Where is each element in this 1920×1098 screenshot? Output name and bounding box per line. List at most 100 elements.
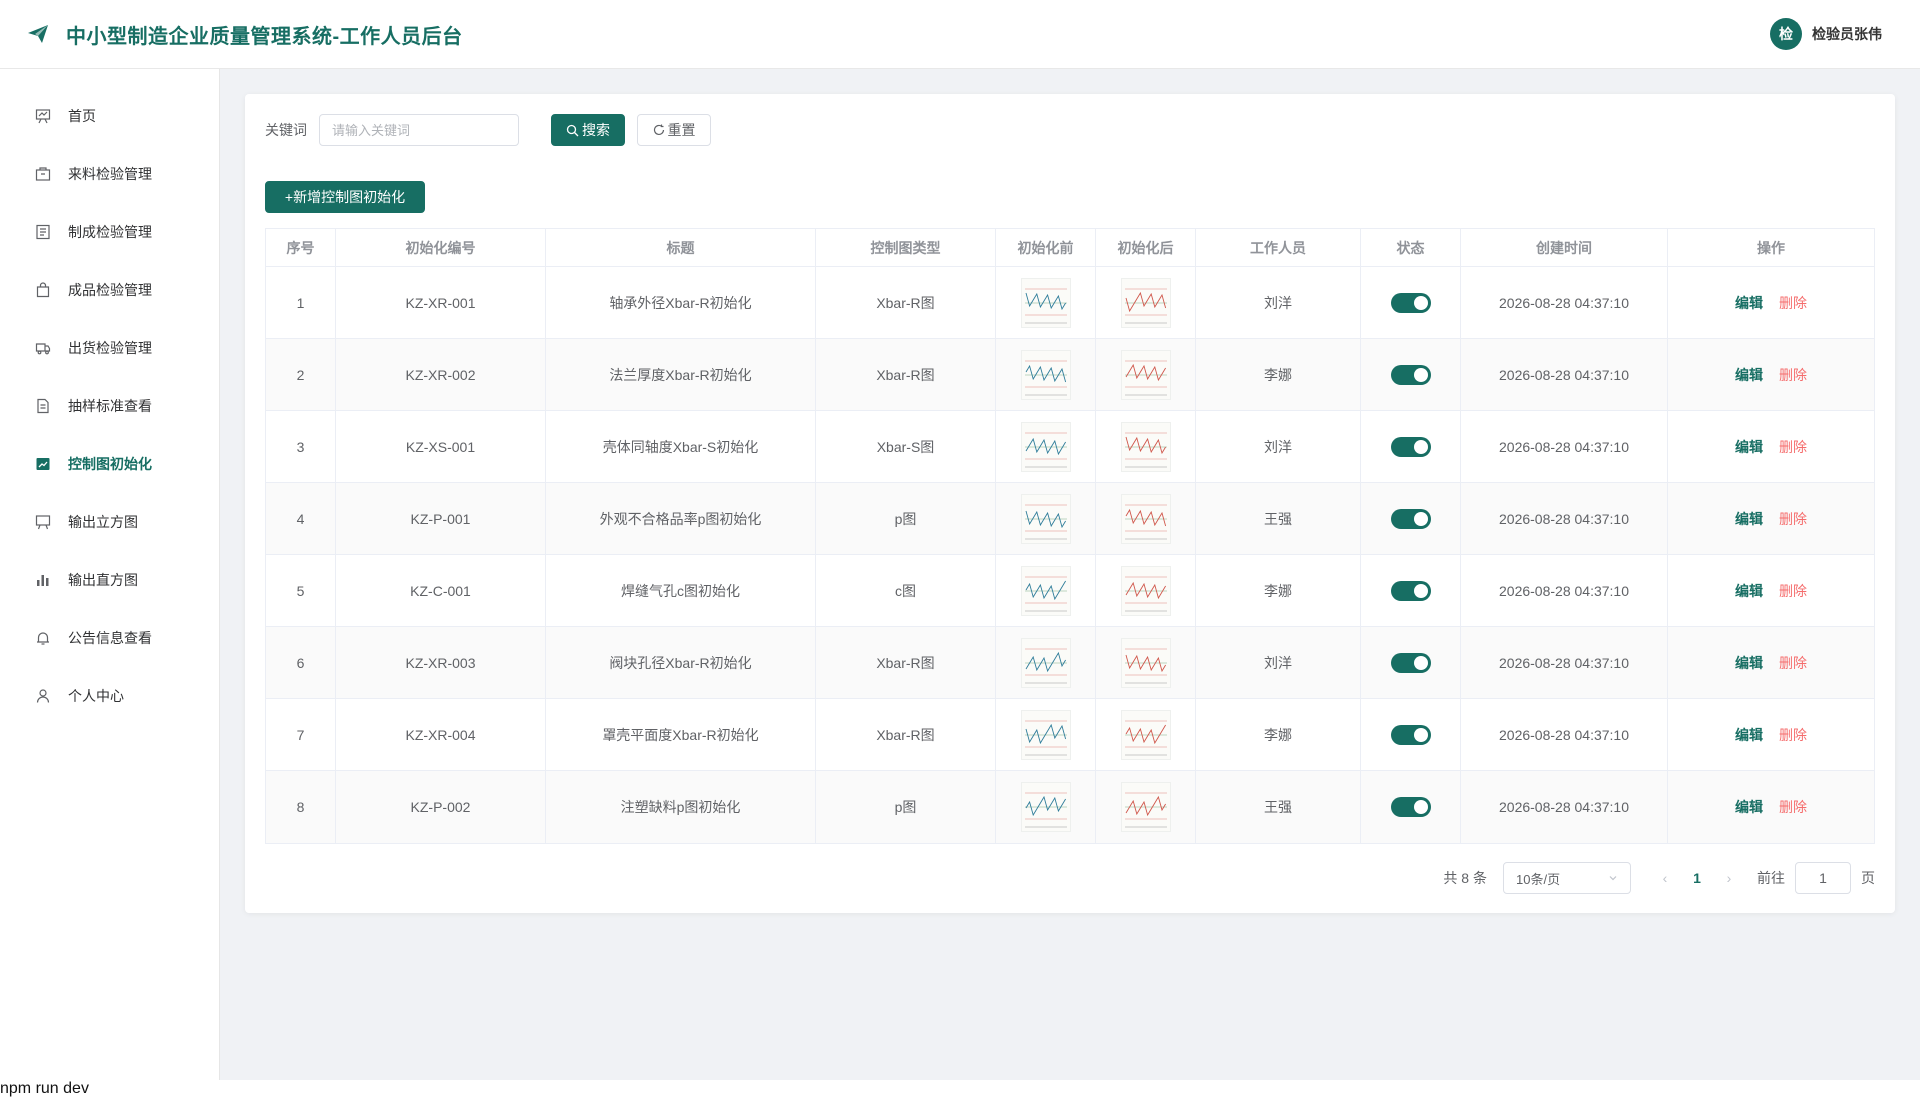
status-toggle[interactable] <box>1390 509 1431 529</box>
sidebar-item-sampling-standard[interactable]: 抽样标准查看 <box>0 386 220 426</box>
control-chart-thumbnail[interactable] <box>1120 494 1171 544</box>
cell-actions: 编辑 删除 <box>1668 555 1874 627</box>
control-chart-thumbnail[interactable] <box>1020 638 1071 688</box>
cell-chart-type: c图 <box>816 555 996 627</box>
pagination: 共 8 条 10条/页 ‹ 1 › 前往 页 <box>1443 862 1875 894</box>
control-chart-thumbnail[interactable] <box>1120 782 1171 832</box>
keyword-input[interactable] <box>319 114 519 146</box>
control-chart-thumbnail[interactable] <box>1020 422 1071 472</box>
cell-after-init <box>1096 699 1196 771</box>
control-chart-thumbnail[interactable] <box>1020 782 1071 832</box>
delete-button[interactable]: 删除 <box>1779 581 1807 601</box>
sidebar-item-shipment-inspection[interactable]: 出货检验管理 <box>0 328 220 368</box>
status-toggle[interactable] <box>1390 725 1431 745</box>
control-chart-thumbnail[interactable] <box>1120 566 1171 616</box>
edit-button[interactable]: 编辑 <box>1735 797 1763 817</box>
delete-button[interactable]: 删除 <box>1779 509 1807 529</box>
sidebar-item-profile[interactable]: 个人中心 <box>0 676 220 716</box>
delete-button[interactable]: 删除 <box>1779 653 1807 673</box>
page-number-current[interactable]: 1 <box>1677 870 1717 886</box>
cell-created-time: 2026-08-28 04:37:10 <box>1461 555 1668 627</box>
status-toggle[interactable] <box>1390 797 1431 817</box>
control-chart-thumbnail[interactable] <box>1120 638 1171 688</box>
goto-page-input[interactable] <box>1795 862 1851 894</box>
search-button[interactable]: 搜索 <box>551 114 625 146</box>
status-toggle[interactable] <box>1390 293 1431 313</box>
edit-button[interactable]: 编辑 <box>1735 725 1763 745</box>
sidebar-item-process-inspection[interactable]: 制成检验管理 <box>0 212 220 252</box>
sidebar-item-label: 抽样标准查看 <box>68 398 152 414</box>
sidebar-item-product-inspection[interactable]: 成品检验管理 <box>0 270 220 310</box>
cell-title: 罩壳平面度Xbar-R初始化 <box>546 699 816 771</box>
sidebar-item-home[interactable]: 首页 <box>0 96 220 136</box>
page-size-select[interactable]: 10条/页 <box>1503 862 1631 894</box>
table-row: 6 KZ-XR-003 阀块孔径Xbar-R初始化 Xbar-R图 刘洋 2026-08-… <box>266 627 1874 699</box>
status-toggle[interactable] <box>1390 365 1431 385</box>
add-control-chart-init-button[interactable]: +新增控制图初始化 <box>265 181 425 213</box>
cell-worker: 刘洋 <box>1196 267 1361 339</box>
sidebar: 首页 来料检验管理 制成检验管理 成品检验管理 出货检验管理 抽样标准查看 控制… <box>0 69 220 1080</box>
cell-after-init <box>1096 339 1196 411</box>
control-chart-thumbnail[interactable] <box>1020 566 1071 616</box>
status-toggle[interactable] <box>1390 581 1431 601</box>
sidebar-item-cube-chart[interactable]: 输出立方图 <box>0 502 220 542</box>
control-chart-thumbnail[interactable] <box>1120 350 1171 400</box>
reset-button[interactable]: 重置 <box>637 114 711 146</box>
table-row: 8 KZ-P-002 注塑缺料p图初始化 p图 王强 2026-08-28 04:37:1… <box>266 771 1874 843</box>
edit-button[interactable]: 编辑 <box>1735 653 1763 673</box>
cell-actions: 编辑 删除 <box>1668 483 1874 555</box>
edit-button[interactable]: 编辑 <box>1735 293 1763 313</box>
edit-button[interactable]: 编辑 <box>1735 509 1763 529</box>
sidebar-item-announcements[interactable]: 公告信息查看 <box>0 618 220 658</box>
next-page-button[interactable]: › <box>1717 870 1741 886</box>
sidebar-item-control-chart-init[interactable]: 控制图初始化 <box>0 444 220 484</box>
status-toggle[interactable] <box>1390 437 1431 457</box>
delete-button[interactable]: 删除 <box>1779 437 1807 457</box>
delete-button[interactable]: 删除 <box>1779 365 1807 385</box>
cell-before-init <box>996 771 1096 843</box>
edit-button[interactable]: 编辑 <box>1735 581 1763 601</box>
avatar[interactable]: 检 <box>1770 18 1802 50</box>
delete-button[interactable]: 删除 <box>1779 293 1807 313</box>
pagination-total: 共 8 条 <box>1443 870 1487 886</box>
delete-button[interactable]: 删除 <box>1779 797 1807 817</box>
control-chart-thumbnail[interactable] <box>1020 710 1071 760</box>
delete-button[interactable]: 删除 <box>1779 725 1807 745</box>
cell-created-time: 2026-08-28 04:37:10 <box>1461 699 1668 771</box>
cell-before-init <box>996 483 1096 555</box>
edit-button[interactable]: 编辑 <box>1735 437 1763 457</box>
cell-status <box>1361 483 1461 555</box>
table-row: 1 KZ-XR-001 轴承外径Xbar-R初始化 Xbar-R图 刘洋 2026-08-… <box>266 267 1874 339</box>
cell-after-init <box>1096 267 1196 339</box>
cell-status <box>1361 555 1461 627</box>
cell-before-init <box>996 411 1096 483</box>
cell-actions: 编辑 删除 <box>1668 339 1874 411</box>
cell-created-time: 2026-08-28 04:37:10 <box>1461 771 1668 843</box>
prev-page-button[interactable]: ‹ <box>1653 870 1677 886</box>
cell-title: 法兰厚度Xbar-R初始化 <box>546 339 816 411</box>
control-chart-thumbnail[interactable] <box>1120 710 1171 760</box>
table-row: 2 KZ-XR-002 法兰厚度Xbar-R初始化 Xbar-R图 李娜 2026-08-… <box>266 339 1874 411</box>
edit-button[interactable]: 编辑 <box>1735 365 1763 385</box>
cell-index: 8 <box>266 771 336 843</box>
control-chart-thumbnail[interactable] <box>1020 350 1071 400</box>
cell-title: 轴承外径Xbar-R初始化 <box>546 267 816 339</box>
control-chart-thumbnail[interactable] <box>1020 278 1071 328</box>
page-suffix-label: 页 <box>1861 870 1875 886</box>
sidebar-item-incoming-inspection[interactable]: 来料检验管理 <box>0 154 220 194</box>
sidebar-item-histogram[interactable]: 输出直方图 <box>0 560 220 600</box>
user-menu[interactable]: 检 检验员张伟 <box>1770 18 1882 50</box>
control-chart-thumbnail[interactable] <box>1120 422 1171 472</box>
table-row: 7 KZ-XR-004 罩壳平面度Xbar-R初始化 Xbar-R图 李娜 2026-08… <box>266 699 1874 771</box>
terminal-output: npm run dev <box>0 1080 1920 1098</box>
cell-chart-type: Xbar-R图 <box>816 699 996 771</box>
user-name[interactable]: 检验员张伟 <box>1812 24 1882 44</box>
cell-created-time: 2026-08-28 04:37:10 <box>1461 339 1668 411</box>
reset-button-label: 重置 <box>667 122 696 138</box>
control-chart-thumbnail[interactable] <box>1120 278 1171 328</box>
cell-worker: 李娜 <box>1196 699 1361 771</box>
chevron-left-icon: ‹ <box>1662 870 1668 886</box>
status-toggle[interactable] <box>1390 653 1431 673</box>
control-chart-thumbnail[interactable] <box>1020 494 1071 544</box>
cell-after-init <box>1096 483 1196 555</box>
